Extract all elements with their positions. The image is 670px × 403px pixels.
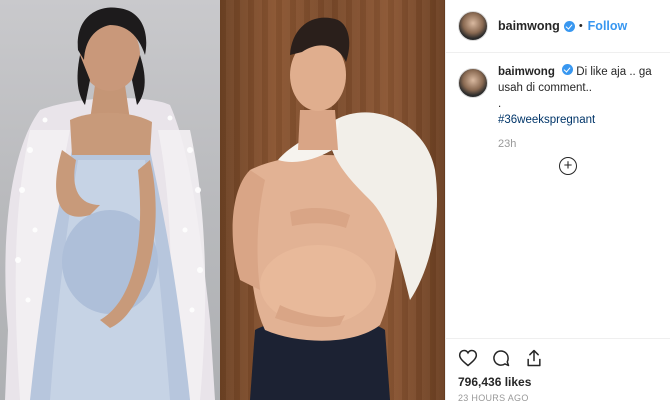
man-posing-illustration	[232, 17, 438, 400]
caption-username[interactable]: baimwong	[498, 66, 555, 78]
likes-count[interactable]: 796,436 likes	[458, 375, 531, 389]
caption-comment: baimwong Di like aja .. ga usah di comme…	[446, 64, 670, 152]
share-icon[interactable]	[524, 348, 544, 368]
action-buttons	[458, 348, 544, 368]
heart-icon[interactable]	[458, 348, 478, 368]
plus-circle-icon: +	[563, 157, 573, 174]
comment-icon[interactable]	[491, 348, 511, 368]
instagram-post: baimwong • Follow baimwong Di like aja .…	[0, 0, 670, 403]
caption-avatar[interactable]	[458, 68, 488, 98]
separator-dot: •	[578, 20, 583, 32]
caption-time: 23h	[498, 138, 517, 150]
caption-dot: .	[498, 98, 502, 110]
follow-button[interactable]: Follow	[588, 19, 628, 33]
post-media[interactable]	[0, 0, 445, 400]
photo-woman-gown	[0, 0, 220, 400]
caption-body: baimwong Di like aja .. ga usah di comme…	[498, 64, 663, 152]
post-sidebar: baimwong • Follow baimwong Di like aja .…	[445, 0, 670, 403]
post-header: baimwong • Follow	[446, 0, 670, 53]
hashtag-link[interactable]: #36weekspregnant	[498, 112, 663, 128]
post-age: 23 HOURS AGO	[458, 393, 529, 403]
caption-verified-badge-icon	[562, 64, 574, 75]
load-more-comments-button[interactable]: +	[559, 157, 577, 175]
verified-badge-icon	[563, 20, 575, 32]
woman-gown-illustration	[5, 7, 215, 400]
action-bar	[446, 338, 670, 367]
header-username[interactable]: baimwong	[498, 19, 560, 33]
avatar[interactable]	[458, 11, 488, 41]
photo-man-posing	[220, 0, 445, 400]
